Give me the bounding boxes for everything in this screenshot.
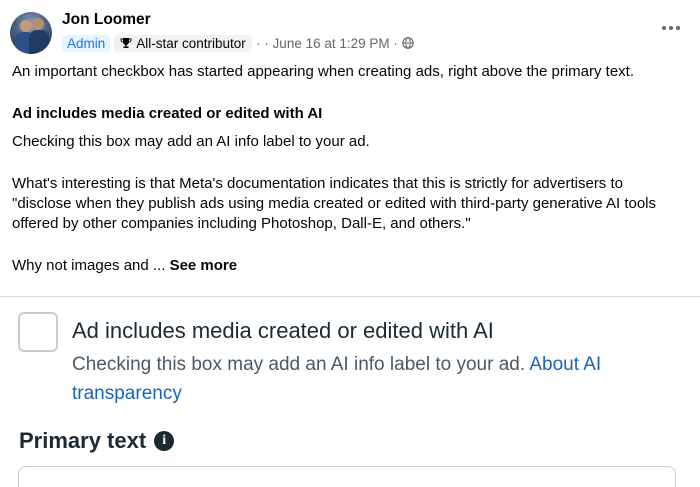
avatar[interactable] (10, 12, 52, 54)
post-timestamp[interactable]: · June 16 at 1:29 PM · (264, 36, 398, 51)
info-icon[interactable]: i (154, 431, 175, 451)
post-heading: Ad includes media created or edited with… (12, 105, 323, 122)
post-meta: Admin All-star contributor · · June 16 a… (62, 33, 414, 53)
see-more-link[interactable]: See more (170, 257, 238, 274)
more-options-icon (676, 26, 680, 30)
primary-text-heading: Primary text (19, 428, 147, 453)
post-checkbox-note: Checking this box may add an AI info lab… (12, 133, 370, 150)
checkbox-description: Checking this box may add an AI info lab… (72, 350, 672, 408)
trophy-icon (120, 38, 132, 48)
contributor-badge[interactable]: All-star contributor (114, 34, 252, 52)
truncated-text: Why not images and ... (12, 257, 170, 274)
more-options-button[interactable] (658, 18, 684, 38)
more-options-icon (669, 26, 673, 30)
globe-icon (402, 37, 414, 49)
contributor-badge-label: All-star contributor (136, 35, 246, 51)
avatar-face (20, 20, 32, 32)
post-header: Jon Loomer Admin All-star contributor · … (10, 10, 690, 56)
avatar-face (32, 18, 44, 30)
checkbox-description-text: Checking this box may add an AI info lab… (72, 354, 530, 375)
post-intro-text: An important checkbox has started appear… (12, 63, 635, 80)
primary-text-label: Primary text i (19, 428, 175, 454)
separator-dot: · (255, 35, 261, 51)
embedded-screenshot: Ad includes media created or edited with… (0, 296, 700, 487)
checkbox-label: Ad includes media created or edited with… (72, 318, 494, 343)
admin-badge[interactable]: Admin (62, 34, 111, 52)
avatar-figure (29, 30, 49, 54)
primary-text-field[interactable] (18, 466, 676, 487)
ai-media-checkbox[interactable] (18, 312, 58, 352)
author-name[interactable]: Jon Loomer (62, 11, 151, 29)
post-truncated-text: Why not images and ... See more (12, 256, 237, 276)
more-options-icon (662, 26, 666, 30)
post-paragraph: What's interesting is that Meta's docume… (12, 175, 657, 232)
